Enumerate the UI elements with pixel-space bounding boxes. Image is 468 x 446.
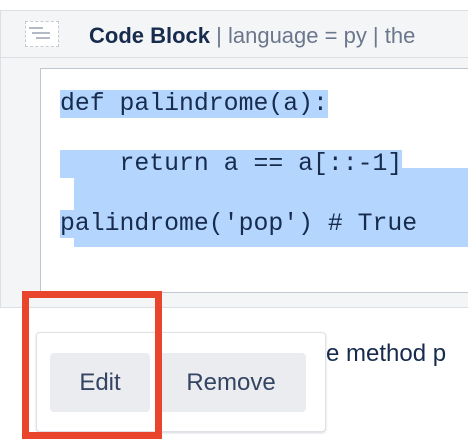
macro-title: Code Block | language = py | the — [89, 22, 415, 50]
remove-button[interactable]: Remove — [156, 353, 306, 412]
code-line: palindrome('pop') # True — [60, 210, 418, 238]
code-line: return a == a[::-1] — [60, 150, 403, 178]
macro-name: Code Block — [89, 23, 211, 48]
code-macro-icon — [25, 21, 59, 47]
highlight-box — [22, 291, 162, 439]
body-text: e method p — [326, 340, 447, 367]
macro-header[interactable]: Code Block | language = py | the — [0, 10, 468, 58]
code-line: def palindrome(a): — [60, 90, 328, 118]
macro-params: | language = py | the — [210, 23, 416, 48]
code-content[interactable]: def palindrome(a): return a == a[::-1] p… — [60, 89, 418, 239]
